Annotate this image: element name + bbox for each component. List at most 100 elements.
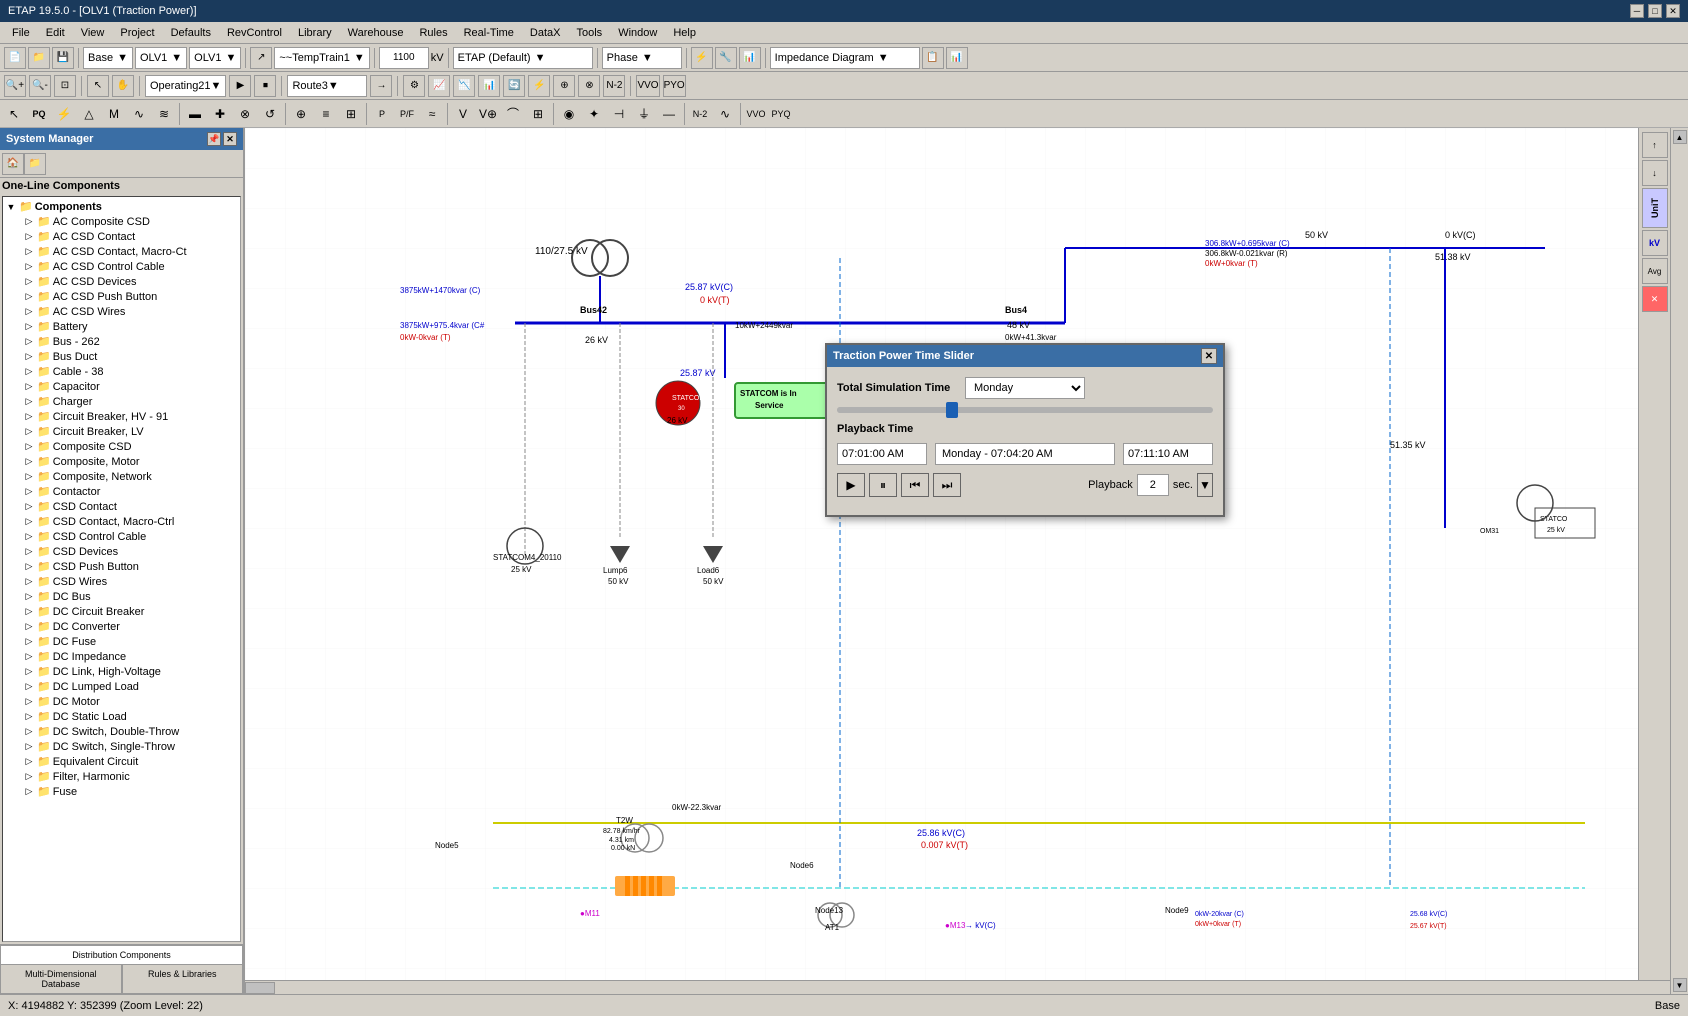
panel-close-btn[interactable]: ✕ <box>223 132 237 146</box>
dialog-close-btn[interactable]: ✕ <box>1201 348 1217 364</box>
right-btn-1[interactable]: ↑ <box>1642 132 1668 158</box>
icon-wave3[interactable]: ∿ <box>713 102 737 126</box>
tree-item-csd-wires[interactable]: ▷ 📁 CSD Wires <box>3 574 240 589</box>
icon-cross[interactable]: ✚ <box>208 102 232 126</box>
zoom-out-btn[interactable]: 🔍- <box>29 75 51 97</box>
tree-item-filter[interactable]: ▷ 📁 Filter, Harmonic <box>3 769 240 784</box>
tree-item-dc-sw-dt[interactable]: ▷ 📁 DC Switch, Double-Throw <box>3 724 240 739</box>
time-slider-track[interactable] <box>837 407 1213 413</box>
phase-dropdown[interactable]: Phase ▼ <box>602 47 682 69</box>
tree-item-ac-composite[interactable]: ▷ 📁 AC Composite CSD <box>3 214 240 229</box>
icon-circle-x[interactable]: ⊗ <box>233 102 257 126</box>
icon-cursor[interactable]: ↖ <box>2 102 26 126</box>
tools-btn3[interactable]: 📉 <box>453 75 475 97</box>
route-btn[interactable]: → <box>370 75 392 97</box>
tree-item-contactor[interactable]: ▷ 📁 Contactor <box>3 484 240 499</box>
arrow-btn[interactable]: ↗ <box>250 47 272 69</box>
tools-btn7[interactable]: ⊕ <box>553 75 575 97</box>
right-btn-kv[interactable]: kV <box>1642 230 1668 256</box>
tree-item-charger[interactable]: ▷ 📁 Charger <box>3 394 240 409</box>
tree-item-dc-impedance[interactable]: ▷ 📁 DC Impedance <box>3 649 240 664</box>
select-btn[interactable]: ↖ <box>87 75 109 97</box>
menu-project[interactable]: Project <box>112 25 162 41</box>
menu-warehouse[interactable]: Warehouse <box>340 25 412 41</box>
icon-plus2[interactable]: ⊞ <box>339 102 363 126</box>
zoom-in-btn[interactable]: 🔍+ <box>4 75 26 97</box>
rewind-button[interactable]: ⏮ <box>901 473 929 497</box>
minimize-button[interactable]: ─ <box>1630 4 1644 18</box>
icon-bar2[interactable]: ≡ <box>314 102 338 126</box>
v-scroll-up[interactable]: ▲ <box>1673 130 1687 144</box>
menu-defaults[interactable]: Defaults <box>163 25 219 41</box>
component-tree[interactable]: ▼ 📁 Components ▷ 📁 AC Composite CSD ▷ 📁 … <box>2 196 241 942</box>
tools-btn5[interactable]: 🔄 <box>503 75 525 97</box>
tree-item-capacitor[interactable]: ▷ 📁 Capacitor <box>3 379 240 394</box>
kv-field[interactable]: 1100 <box>379 47 429 69</box>
tree-item-dc-cb[interactable]: ▷ 📁 DC Circuit Breaker <box>3 604 240 619</box>
h-scroll-thumb[interactable] <box>245 982 275 994</box>
tree-item-csd-devices[interactable]: ▷ 📁 CSD Devices <box>3 544 240 559</box>
tree-item-csd-contact-macro[interactable]: ▷ 📁 CSD Contact, Macro-Ctrl <box>3 514 240 529</box>
tree-item-cb-lv[interactable]: ▷ 📁 Circuit Breaker, LV <box>3 424 240 439</box>
toolbar-icon1[interactable]: ⚡ <box>691 47 713 69</box>
maximize-button[interactable]: □ <box>1648 4 1662 18</box>
toolbar-icon3[interactable]: 📊 <box>739 47 761 69</box>
menu-help[interactable]: Help <box>665 25 704 41</box>
tree-item-dc-link[interactable]: ▷ 📁 DC Link, High-Voltage <box>3 664 240 679</box>
tree-item-dc-static[interactable]: ▷ 📁 DC Static Load <box>3 709 240 724</box>
temp-dropdown[interactable]: ~~TempTrain1 ▼ <box>274 47 369 69</box>
open-btn[interactable]: 📁 <box>28 47 50 69</box>
pause-button[interactable]: ⏸ <box>869 473 897 497</box>
icon-refresh[interactable]: ↺ <box>258 102 282 126</box>
tree-item-ac-csd-contact-macro[interactable]: ▷ 📁 AC CSD Contact, Macro-Ct <box>3 244 240 259</box>
tree-item-composite-network[interactable]: ▷ 📁 Composite, Network <box>3 469 240 484</box>
panel-home-btn[interactable]: 🏠 <box>2 153 24 175</box>
menu-view[interactable]: View <box>73 25 113 41</box>
icon-wave2[interactable]: ≋ <box>152 102 176 126</box>
tree-item-components[interactable]: ▼ 📁 Components <box>3 199 240 214</box>
menu-rules[interactable]: Rules <box>411 25 455 41</box>
network-dropdown[interactable]: OLV1 ▼ <box>135 47 187 69</box>
fit-btn[interactable]: ⊡ <box>54 75 76 97</box>
tree-item-dc-bus[interactable]: ▷ 📁 DC Bus <box>3 589 240 604</box>
end-time-input[interactable] <box>1123 443 1213 465</box>
icon-pyo[interactable]: PYQ <box>769 102 793 126</box>
icon-earth[interactable]: ⏚ <box>632 102 656 126</box>
play-button[interactable]: ▶ <box>837 473 865 497</box>
tree-item-cb-hv[interactable]: ▷ 📁 Circuit Breaker, HV - 91 <box>3 409 240 424</box>
tree-item-ac-csd-contact[interactable]: ▷ 📁 AC CSD Contact <box>3 229 240 244</box>
config-dropdown[interactable]: OLV1 ▼ <box>189 47 241 69</box>
vvo-btn[interactable]: VVO <box>636 75 659 97</box>
route-dropdown[interactable]: Route3▼ <box>287 75 367 97</box>
icon-motor[interactable]: M <box>102 102 126 126</box>
tree-item-bus-duct[interactable]: ▷ 📁 Bus Duct <box>3 349 240 364</box>
tree-item-dc-converter[interactable]: ▷ 📁 DC Converter <box>3 619 240 634</box>
tree-item-equiv[interactable]: ▷ 📁 Equivalent Circuit <box>3 754 240 769</box>
v-scroll-down[interactable]: ▼ <box>1673 978 1687 992</box>
expand-components[interactable]: ▼ <box>5 201 17 213</box>
tools-btn9[interactable]: N-2 <box>603 75 625 97</box>
right-btn-2[interactable]: ↓ <box>1642 160 1668 186</box>
icon-n2[interactable]: N-2 <box>688 102 712 126</box>
tree-item-ac-csd-control-cable[interactable]: ▷ 📁 AC CSD Control Cable <box>3 259 240 274</box>
icon-lightning[interactable]: ⚡ <box>52 102 76 126</box>
menu-library[interactable]: Library <box>290 25 340 41</box>
tools-btn4[interactable]: 📊 <box>478 75 500 97</box>
scenario-dropdown[interactable]: Operating21▼ <box>145 75 226 97</box>
icon-triangle[interactable]: △ <box>77 102 101 126</box>
menu-tools[interactable]: Tools <box>569 25 611 41</box>
diagram-dropdown[interactable]: Impedance Diagram ▼ <box>770 47 920 69</box>
icon-tilde[interactable]: ≈ <box>420 102 444 126</box>
icon-wave[interactable]: ∿ <box>127 102 151 126</box>
slider-thumb[interactable] <box>946 402 958 418</box>
tab-distribution[interactable]: Distribution Components <box>0 945 243 964</box>
tree-item-ac-csd-devices[interactable]: ▷ 📁 AC CSD Devices <box>3 274 240 289</box>
toolbar-icon2[interactable]: 🔧 <box>715 47 737 69</box>
icon-switch[interactable]: ⊣ <box>607 102 631 126</box>
diagram-icon1[interactable]: 📋 <box>922 47 944 69</box>
expand-ac-composite[interactable]: ▷ <box>23 216 35 228</box>
pan-btn[interactable]: ✋ <box>112 75 134 97</box>
icon-volt[interactable]: V <box>451 102 475 126</box>
icon-vvo[interactable]: VVO <box>744 102 768 126</box>
icon-pf[interactable]: P/F <box>395 102 419 126</box>
